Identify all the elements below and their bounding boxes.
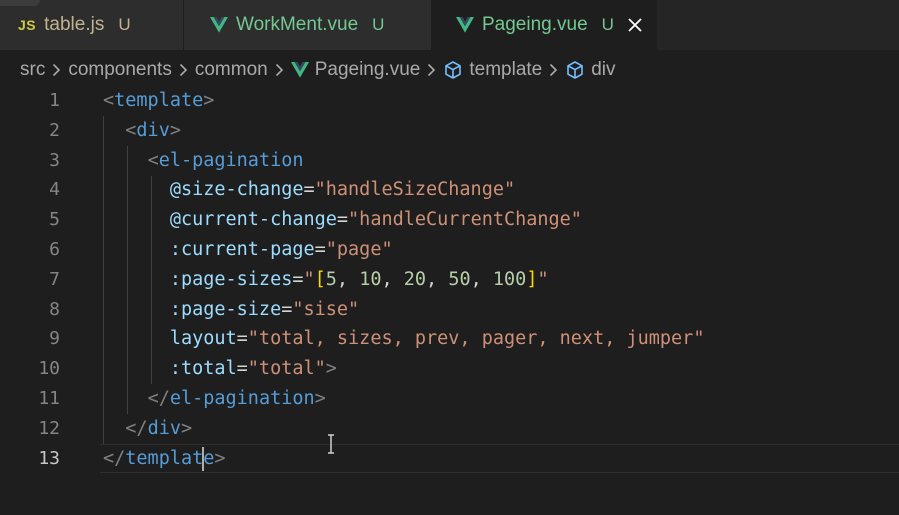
line-number: 9 — [49, 328, 60, 350]
indent-guide — [151, 176, 152, 384]
vue-icon — [210, 17, 228, 33]
code-editor[interactable]: 1 2 3 4 5 6 7 8 9 10 11 12 13 <template> <div> <el-p… — [0, 86, 899, 515]
code-line[interactable]: </div> — [103, 414, 192, 444]
code-line[interactable]: @size-change="handleSizeChange" — [103, 175, 515, 205]
breadcrumb-item-common[interactable]: common — [195, 59, 268, 81]
git-status-badge: U — [372, 15, 385, 34]
line-number: 3 — [49, 149, 60, 171]
breadcrumb-item-pageing-vue[interactable]: Pageing.vue — [290, 59, 421, 81]
line-number: 4 — [49, 179, 60, 201]
code-line[interactable]: :total="total"> — [103, 354, 337, 384]
close-icon[interactable] — [628, 18, 642, 32]
chevron-right-icon — [275, 63, 284, 77]
git-status-badge: U — [601, 15, 614, 34]
tab-workment-vue[interactable]: WorkMent.vue U — [184, 0, 432, 50]
code-line[interactable]: :current-page="page" — [103, 235, 393, 265]
code-line[interactable]: layout="total, sizes, prev, pager, next,… — [103, 324, 705, 354]
tab-label: WorkMent.vue — [236, 14, 359, 35]
text-cursor — [202, 446, 205, 471]
js-icon: JS — [18, 17, 37, 33]
tab-label: table.js — [44, 14, 105, 35]
breadcrumb-item-components[interactable]: components — [68, 59, 172, 81]
code-line[interactable]: :page-size="sise" — [103, 295, 359, 325]
code-line[interactable]: @current-change="handleCurrentChange" — [103, 205, 582, 235]
window-corner — [0, 0, 40, 6]
indent-guide — [127, 146, 128, 414]
code-line[interactable]: <el-pagination — [103, 146, 304, 176]
tab-pageing-vue[interactable]: Pageing.vue U — [432, 0, 657, 50]
line-number: 6 — [49, 239, 60, 260]
code-line[interactable]: </el-pagination> — [103, 384, 326, 414]
chevron-right-icon — [427, 63, 436, 77]
line-number: 1 — [49, 90, 60, 111]
line-number: 2 — [49, 119, 60, 141]
breadcrumb-label: template — [469, 59, 543, 80]
breadcrumb-item-div[interactable]: div — [565, 59, 616, 81]
cube-icon — [565, 60, 585, 80]
line-number: 10 — [38, 358, 60, 380]
code-line[interactable]: <template> — [103, 86, 214, 116]
breadcrumb: src components common Pageing.vue templa… — [20, 55, 616, 85]
chevron-right-icon — [549, 63, 558, 77]
breadcrumb-label: components — [68, 59, 172, 80]
git-status-badge: U — [118, 15, 131, 34]
code-line[interactable]: </template> — [103, 444, 226, 474]
line-number: 11 — [38, 388, 60, 409]
tab-table-js[interactable]: JS table.js U — [0, 0, 184, 50]
line-number: 5 — [49, 209, 60, 231]
chevron-right-icon — [52, 63, 61, 77]
line-number: 8 — [49, 298, 60, 320]
line-number: 13 — [38, 447, 60, 469]
vue-icon — [290, 62, 309, 78]
breadcrumb-label: div — [591, 59, 616, 80]
breadcrumb-item-template[interactable]: template — [443, 59, 542, 81]
indent-guide — [103, 116, 104, 444]
line-number: 7 — [49, 268, 60, 290]
code-line[interactable]: <div> — [103, 116, 181, 146]
breadcrumb-label: Pageing.vue — [314, 59, 421, 80]
vue-icon — [456, 17, 474, 33]
line-number: 12 — [38, 417, 60, 439]
breadcrumb-item-src[interactable]: src — [20, 59, 45, 81]
tab-label: Pageing.vue — [482, 14, 588, 35]
breadcrumb-label: common — [194, 59, 268, 80]
cube-icon — [443, 60, 463, 80]
chevron-right-icon — [179, 63, 188, 77]
mouse-ibeam-icon — [328, 434, 334, 454]
code-line[interactable]: :page-sizes="[5, 10, 20, 50, 100]" — [103, 265, 549, 295]
breadcrumb-label: src — [20, 59, 46, 80]
editor-tab-bar: JS table.js U WorkMent.vue U Pageing.vue… — [0, 0, 899, 50]
